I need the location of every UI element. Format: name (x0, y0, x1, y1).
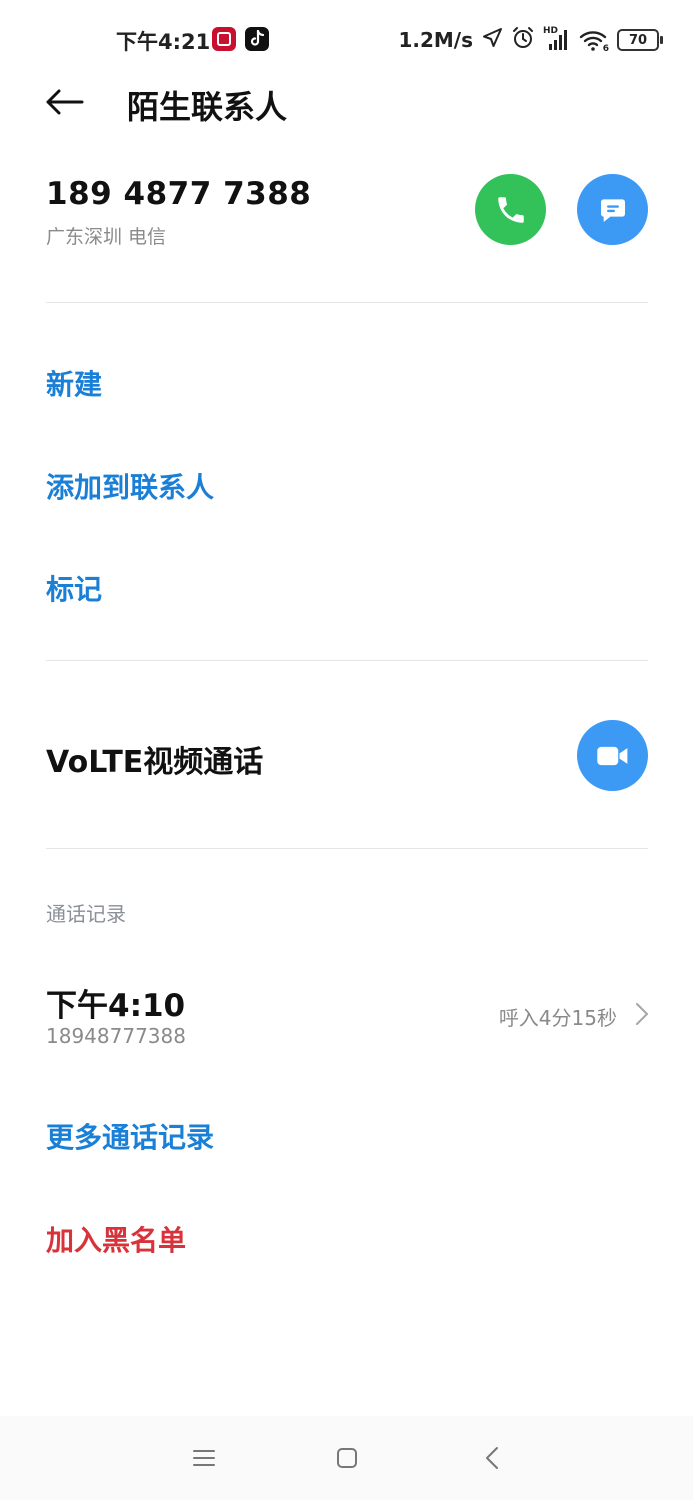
tiktok-app-icon (245, 27, 269, 51)
home-square-icon (337, 1448, 357, 1468)
alarm-icon (511, 26, 535, 54)
wifi-icon: 6 (579, 28, 609, 54)
unionpay-app-icon (212, 27, 236, 51)
recents-button[interactable] (184, 1442, 224, 1474)
wifi-badge: 6 (602, 44, 609, 54)
battery-indicator: 70 (617, 29, 663, 51)
divider (46, 660, 648, 661)
video-camera-icon (596, 746, 627, 765)
chevron-left-icon (486, 1447, 498, 1469)
back-arrow-icon (46, 89, 84, 115)
location-icon (481, 27, 503, 53)
video-call-button[interactable] (577, 720, 648, 791)
phone-icon (497, 196, 524, 223)
message-icon (600, 198, 625, 222)
divider (46, 848, 648, 849)
battery-level: 70 (628, 32, 648, 48)
add-to-contacts-link[interactable]: 添加到联系人 (46, 466, 214, 506)
status-time: 下午4:21 (116, 30, 211, 54)
menu-icon (193, 1450, 215, 1466)
call-time: 下午4:10 (46, 988, 186, 1024)
page-title: 陌生联系人 (127, 88, 288, 126)
status-bar: 下午4:21 1.2M/s HD 6 70 (0, 0, 693, 80)
divider (46, 302, 648, 303)
cellular-signal-icon: HD (543, 26, 571, 52)
more-call-log-link[interactable]: 更多通话记录 (46, 1116, 214, 1156)
back-button[interactable] (40, 80, 88, 124)
nav-back-button[interactable] (472, 1442, 512, 1474)
home-button[interactable] (327, 1442, 367, 1474)
message-button[interactable] (577, 174, 648, 245)
phone-number: 189 4877 7388 (46, 176, 312, 212)
contact-info: 189 4877 7388 广东深圳 电信 (46, 176, 311, 249)
net-speed: 1.2M/s (398, 28, 473, 52)
header: 陌生联系人 (0, 72, 693, 132)
status-indicators: 1.2M/s HD 6 70 (398, 26, 663, 54)
call-number: 18948777388 (46, 1024, 186, 1048)
mark-link[interactable]: 标记 (46, 568, 102, 608)
call-button[interactable] (475, 174, 546, 245)
add-to-blacklist-link[interactable]: 加入黑名单 (46, 1219, 186, 1259)
number-location: 广东深圳 电信 (46, 226, 167, 248)
call-detail: 呼入4分15秒 (498, 1006, 617, 1030)
chevron-right-icon (636, 1003, 648, 1025)
call-log-entry[interactable]: 下午4:10 18948777388 呼入4分15秒 (0, 970, 693, 1060)
call-log-section-title: 通话记录 (46, 902, 126, 926)
new-contact-link[interactable]: 新建 (46, 363, 102, 403)
volte-video-call-label: VoLTE视频通话 (46, 745, 264, 780)
navigation-bar (0, 1416, 693, 1500)
